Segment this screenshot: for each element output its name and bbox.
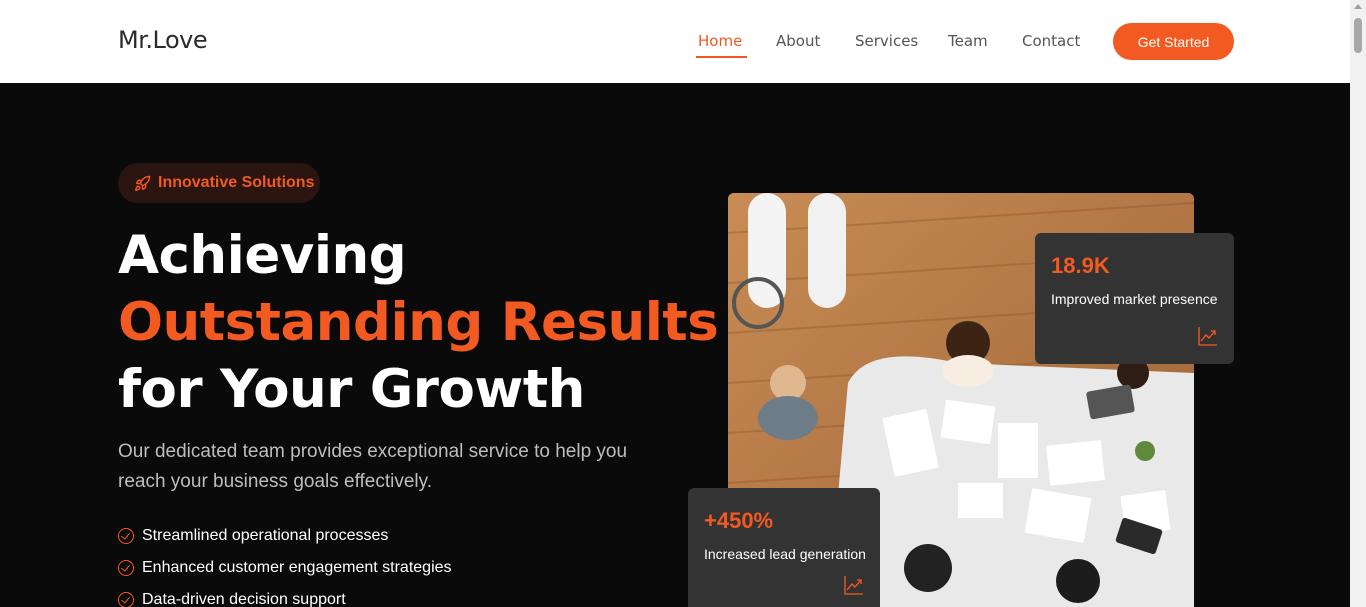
trend-chart-icon (1198, 327, 1217, 346)
nav-team[interactable]: Team (948, 32, 988, 50)
stat-card-leads: +450% Increased lead generation (688, 488, 880, 607)
trend-chart-icon (844, 576, 863, 595)
stat-label: Improved market presence (1051, 291, 1218, 307)
hero-headline: Achieving Outstanding Results for Your G… (118, 222, 719, 423)
stat-label: Increased lead generation (704, 546, 866, 562)
scroll-up-icon[interactable] (1354, 4, 1362, 9)
headline-line-1: Achieving (118, 225, 407, 286)
check-circle-icon (118, 592, 134, 607)
feature-text: Data-driven decision support (142, 591, 346, 607)
rocket-icon (135, 175, 151, 191)
check-circle-icon (118, 560, 134, 576)
page-scrollbar[interactable] (1350, 0, 1366, 607)
hero-subtitle: Our dedicated team provides exceptional … (118, 441, 628, 492)
badge-label: Innovative Solutions (158, 174, 315, 191)
site-header: Mr.Love Home About Services Team Contact… (0, 0, 1350, 83)
site-logo[interactable]: Mr.Love (118, 26, 208, 54)
feature-list: Streamlined operational processes Enhanc… (118, 520, 452, 607)
stat-card-market: 18.9K Improved market presence (1035, 233, 1234, 364)
feature-text: Enhanced customer engagement strategies (142, 559, 452, 576)
headline-line-3: for Your Growth (118, 359, 585, 420)
feature-item: Enhanced customer engagement strategies (118, 552, 452, 584)
nav-about[interactable]: About (776, 32, 820, 50)
feature-item: Data-driven decision support (118, 584, 452, 607)
feature-item: Streamlined operational processes (118, 520, 452, 552)
nav-contact[interactable]: Contact (1022, 32, 1080, 50)
scroll-thumb[interactable] (1354, 18, 1362, 53)
innovative-badge: Innovative Solutions (118, 163, 320, 203)
nav-home[interactable]: Home (698, 32, 742, 50)
nav-services[interactable]: Services (855, 32, 918, 50)
nav-active-indicator (696, 56, 747, 58)
feature-text: Streamlined operational processes (142, 527, 389, 544)
get-started-button[interactable]: Get Started (1113, 23, 1234, 60)
stat-value: +450% (704, 508, 774, 533)
headline-line-2: Outstanding Results (118, 292, 719, 353)
check-circle-icon (118, 528, 134, 544)
stat-value: 18.9K (1051, 253, 1110, 278)
